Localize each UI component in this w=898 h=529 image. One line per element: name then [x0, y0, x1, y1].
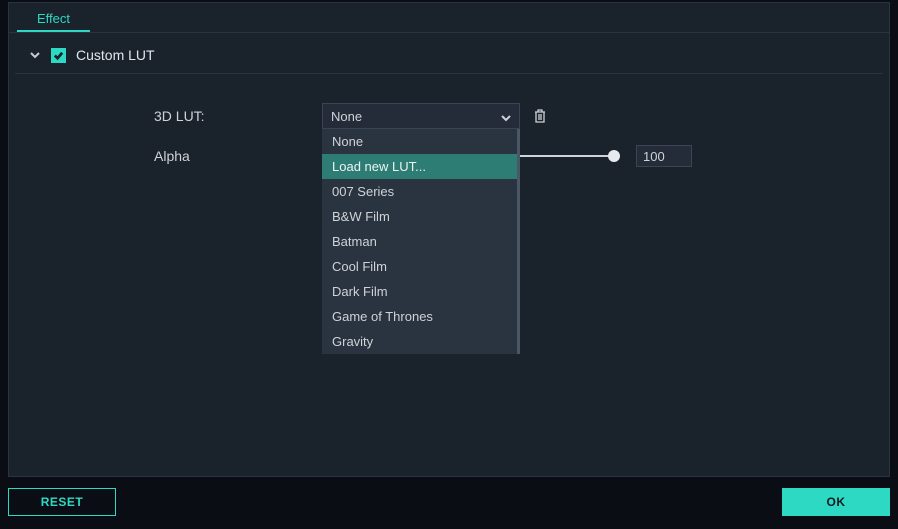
row-3d-lut: 3D LUT: None NoneLoad new LUT...007 Seri… [154, 96, 889, 136]
footer: RESET OK [8, 483, 890, 521]
lut-option[interactable]: None [322, 129, 517, 154]
lut-select-value: None [331, 109, 362, 124]
lut-select[interactable]: None [322, 103, 520, 129]
lut-dropdown[interactable]: NoneLoad new LUT...007 SeriesB&W FilmBat… [322, 129, 520, 354]
lut-option[interactable]: B&W Film [322, 204, 517, 229]
tab-bar: Effect [9, 3, 889, 33]
lut-option[interactable]: Game of Thrones [322, 304, 517, 329]
label-alpha: Alpha [154, 148, 322, 164]
section-title: Custom LUT [76, 47, 155, 63]
section-header: Custom LUT [15, 33, 883, 74]
lut-option[interactable]: Gravity [322, 329, 517, 354]
lut-option[interactable]: 007 Series [322, 179, 517, 204]
alpha-input[interactable] [636, 145, 692, 167]
lut-option[interactable]: Load new LUT... [322, 154, 517, 179]
row-alpha: Alpha [154, 136, 889, 176]
form-area: 3D LUT: None NoneLoad new LUT...007 Seri… [9, 74, 889, 176]
lut-option[interactable]: Batman [322, 229, 517, 254]
chevron-down-icon[interactable] [29, 49, 41, 61]
lut-option[interactable]: Dark Film [322, 279, 517, 304]
alpha-slider-thumb[interactable] [608, 150, 620, 162]
ok-button[interactable]: OK [782, 488, 890, 516]
trash-icon[interactable] [532, 108, 548, 124]
custom-lut-checkbox[interactable] [51, 48, 66, 63]
chevron-down-icon [501, 111, 511, 121]
reset-button[interactable]: RESET [8, 488, 116, 516]
lut-option[interactable]: Cool Film [322, 254, 517, 279]
lut-select-wrap: None NoneLoad new LUT...007 SeriesB&W Fi… [322, 103, 520, 129]
effect-panel: Effect Custom LUT 3D LUT: None NoneLoad … [8, 2, 890, 477]
label-3d-lut: 3D LUT: [154, 108, 322, 124]
tab-effect[interactable]: Effect [17, 3, 90, 32]
